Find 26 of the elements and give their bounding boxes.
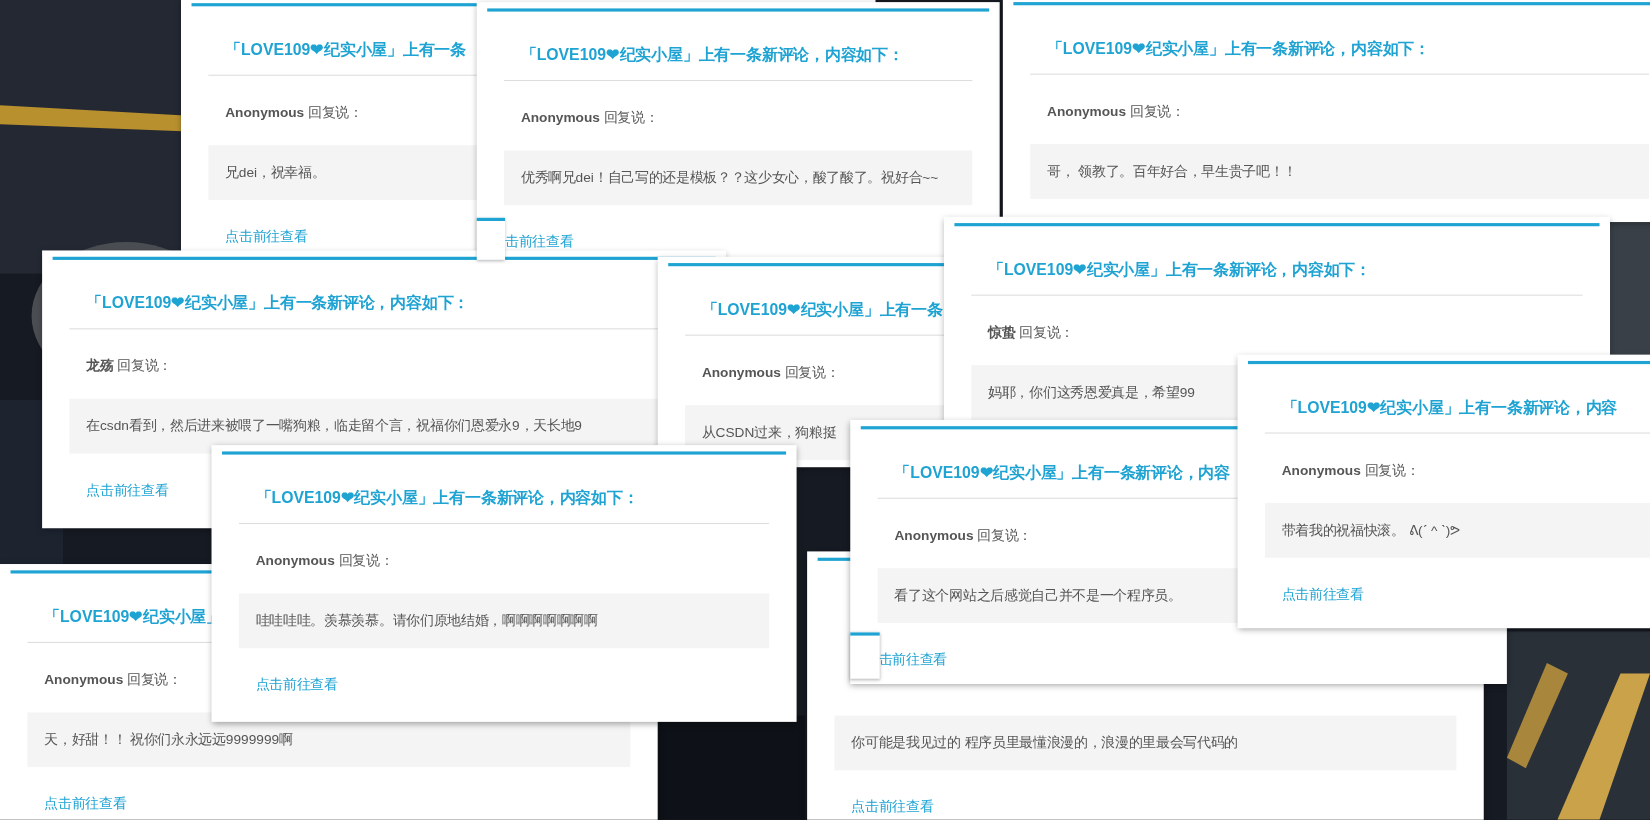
reply-line: Anonymous 回复说： bbox=[893, 526, 1034, 545]
reply-line: Anonymous 回复说： bbox=[1280, 460, 1421, 480]
notification-title: 「LOVE109❤纪实小屋」上有一条新评论，内容如下： bbox=[238, 454, 770, 525]
comment-text: 带着我的祝福快滚。 ᕕ(ˊ ^ ˋ)ᕗ bbox=[1264, 503, 1650, 558]
view-link[interactable]: 点击前往查看 bbox=[208, 227, 308, 247]
notification-title: 「LOVE109❤纪实小屋」上有一条新评论，内容如下： bbox=[971, 226, 1583, 296]
notification-title: 「LOVE109❤纪实小屋」上有一条新评论，内容如下： bbox=[1030, 5, 1649, 75]
reply-line: Anonymous 回复说： bbox=[224, 103, 364, 122]
comment-text: 哇哇哇哇。羡慕羡慕。请你们原地结婚，啊啊啊啊啊啊啊 bbox=[238, 593, 770, 649]
view-link[interactable]: 点击前往查看 bbox=[238, 675, 338, 695]
comment-text: 哥， 领教了。百年好合，早生贵子吧！！ bbox=[1030, 144, 1649, 199]
view-link[interactable]: 点击前往查看 bbox=[1264, 585, 1364, 604]
reply-line: Anonymous 回复说： bbox=[43, 670, 183, 690]
reply-line: 惊蛰 回复说： bbox=[986, 323, 1075, 342]
comment-text: 优秀啊兄dei！自己写的还是模板？？这少女心，酸了酸了。祝好合~~ bbox=[504, 150, 973, 206]
view-link[interactable]: 点击前往查看 bbox=[834, 797, 934, 817]
reply-line: Anonymous 回复说： bbox=[700, 363, 841, 382]
reply-line: Anonymous 回复说： bbox=[519, 108, 660, 128]
comment-text: 你可能是我见过的 程序员里最懂浪漫的，浪漫的里最会写代码的 bbox=[834, 715, 1457, 771]
view-link[interactable]: 点击前往查看 bbox=[69, 480, 169, 500]
view-link[interactable]: 点击前往查看 bbox=[27, 794, 127, 814]
notification-title: 「LOVE109❤纪实小屋」上有一条新评论，内容 bbox=[1264, 364, 1650, 434]
notification-title: 「LOVE109❤纪实小屋」上有一条新评论，内容如下： bbox=[504, 11, 973, 82]
reply-line: Anonymous 回复说： bbox=[1046, 102, 1186, 121]
reply-line: Anonymous 回复说： bbox=[254, 551, 395, 571]
reply-line: 龙殇 回复说： bbox=[85, 356, 174, 376]
